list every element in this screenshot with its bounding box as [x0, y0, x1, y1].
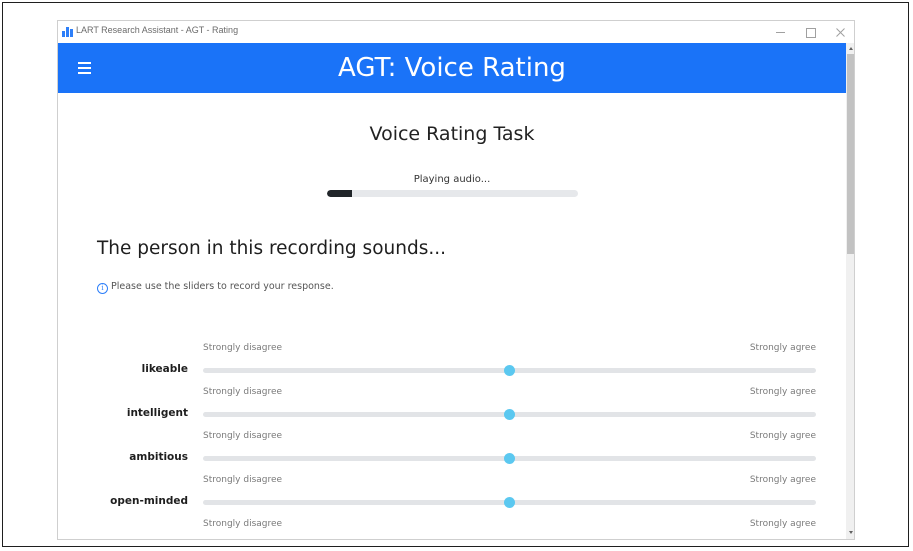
maximize-icon [806, 28, 816, 38]
instruction-row: i Please use the sliders to record your r… [97, 274, 334, 294]
right-anchor-label: Strongly agree [749, 343, 816, 353]
right-anchor-label: Strongly agree [749, 475, 816, 485]
minimize-icon [776, 32, 785, 33]
audio-status: Playing audio... [413, 174, 491, 185]
scroll-down-arrow-icon[interactable] [846, 527, 854, 537]
title-bar: LART Research Assistant - AGT - Rating [58, 21, 854, 43]
instruction-text: Please use the sliders to record your re… [111, 281, 334, 292]
question-heading: The person in this recording sounds... [97, 238, 446, 259]
left-anchor-label: Strongly disagree [203, 475, 283, 485]
right-anchor-label: Strongly agree [749, 387, 816, 397]
slider-ambitious[interactable] [203, 453, 816, 464]
close-button[interactable] [826, 22, 854, 42]
slider-open-minded[interactable] [203, 497, 816, 508]
scrollbar-thumb[interactable] [847, 54, 854, 254]
item-label-likeable: likeable [141, 363, 188, 375]
slider-thumb[interactable] [504, 453, 515, 464]
right-anchor-label: Strongly agree [749, 431, 816, 441]
item-label-open-minded: open-minded [110, 495, 188, 507]
item-label-intelligent: intelligent [126, 407, 188, 419]
left-anchor-label: Strongly disagree [203, 343, 283, 353]
audio-progress-bar [327, 190, 578, 197]
app-title: AGT: Voice Rating [338, 53, 566, 83]
slider-thumb[interactable] [504, 365, 515, 376]
window-title: LART Research Assistant - AGT - Rating [76, 25, 239, 35]
left-anchor-label: Strongly disagree [203, 431, 283, 441]
app-window: LART Research Assistant - AGT - Rating A… [57, 20, 855, 540]
item-label-ambitious: ambitious [129, 451, 188, 463]
task-title: Voice Rating Task [369, 123, 535, 145]
slider-likeable[interactable] [203, 365, 816, 376]
slider-thumb[interactable] [504, 409, 515, 420]
slider-thumb[interactable] [504, 497, 515, 508]
scroll-up-arrow-icon[interactable] [846, 45, 854, 53]
right-anchor-label: Strongly agree [749, 519, 816, 529]
maximize-button[interactable] [795, 22, 825, 42]
main-content: Voice Rating Task Playing audio... The p… [58, 93, 846, 539]
info-icon: i [97, 283, 108, 294]
close-icon [836, 28, 845, 37]
slider-intelligent[interactable] [203, 409, 816, 420]
app-header: AGT: Voice Rating [58, 43, 854, 93]
left-anchor-label: Strongly disagree [203, 519, 283, 529]
vertical-scrollbar[interactable] [846, 43, 854, 539]
left-anchor-label: Strongly disagree [203, 387, 283, 397]
app-bar-chart-icon [62, 27, 73, 37]
minimize-button[interactable] [766, 22, 796, 42]
audio-progress-fill [327, 190, 353, 197]
